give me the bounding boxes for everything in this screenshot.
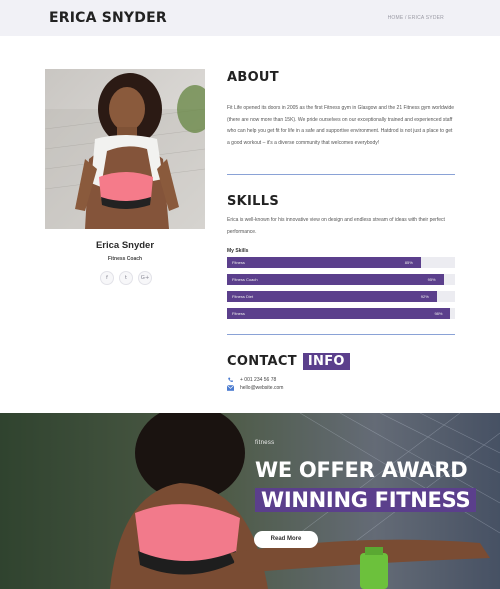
skill-label: Fitness Diet: [232, 294, 254, 299]
skill-percent: 95%: [427, 277, 436, 282]
skills-heading: SKILLS: [227, 194, 280, 209]
profile-photo: [45, 69, 205, 229]
breadcrumb[interactable]: HOME / ERICA SYDER: [388, 15, 444, 21]
skill-label: Fitness: [232, 311, 245, 316]
site-title[interactable]: ERICA SNYDER: [49, 10, 167, 26]
skill-bar: Fitness Diet 92%: [227, 291, 455, 302]
phone-icon: [228, 377, 233, 382]
skill-bars: Fitness 85% Fitness Coach 95% Fitness Di…: [227, 257, 455, 325]
email-icon: [227, 385, 234, 391]
google-plus-icon[interactable]: G+: [138, 271, 152, 285]
skill-bar-fill: [227, 308, 451, 319]
my-skills-label: My Skills: [227, 248, 249, 254]
skills-text: Erica is well-known for his innovative v…: [227, 217, 445, 235]
facebook-icon[interactable]: f: [100, 271, 114, 285]
info-tag: INFO: [302, 353, 350, 370]
top-bar: ERICA SNYDER HOME / ERICA SYDER: [0, 0, 500, 36]
hero-kicker: fitness: [255, 440, 275, 446]
contact-heading: CONTACT INFO: [227, 353, 350, 370]
skill-bar-fill: [227, 274, 444, 285]
skill-label: Fitness Coach: [232, 277, 258, 282]
hero-title-line2: WINNING FITNESS: [255, 488, 477, 512]
contact-title: CONTACT: [227, 354, 297, 369]
contact-email[interactable]: hello@website.com: [227, 385, 283, 391]
section-divider: [227, 174, 455, 175]
skill-percent: 92%: [420, 294, 429, 299]
contact-phone[interactable]: + 001 234 56 78: [227, 377, 276, 383]
about-text: Fit Life opened its doors in 2005 as the…: [227, 105, 455, 146]
social-links: f t G+: [100, 271, 152, 285]
twitter-icon[interactable]: t: [119, 271, 133, 285]
hero-title-line1: WE OFFER AWARD: [255, 458, 468, 482]
phone-number: + 001 234 56 78: [240, 377, 277, 383]
skill-bar-fill: [227, 291, 437, 302]
skill-percent: 85%: [404, 260, 413, 265]
skill-bar: Fitness 98%: [227, 308, 455, 319]
profile-name: Erica Snyder: [95, 240, 155, 251]
skill-label: Fitness: [232, 260, 245, 265]
skill-bar-fill: [227, 257, 421, 268]
profile-role: Fitness Coach: [107, 256, 143, 262]
skill-percent: 98%: [434, 311, 443, 316]
about-heading: ABOUT: [227, 70, 279, 85]
email-address: hello@website.com: [240, 385, 284, 391]
skill-bar: Fitness 85%: [227, 257, 455, 268]
read-more-button[interactable]: Read More: [254, 531, 318, 548]
section-divider: [227, 334, 455, 335]
skill-bar: Fitness Coach 95%: [227, 274, 455, 285]
